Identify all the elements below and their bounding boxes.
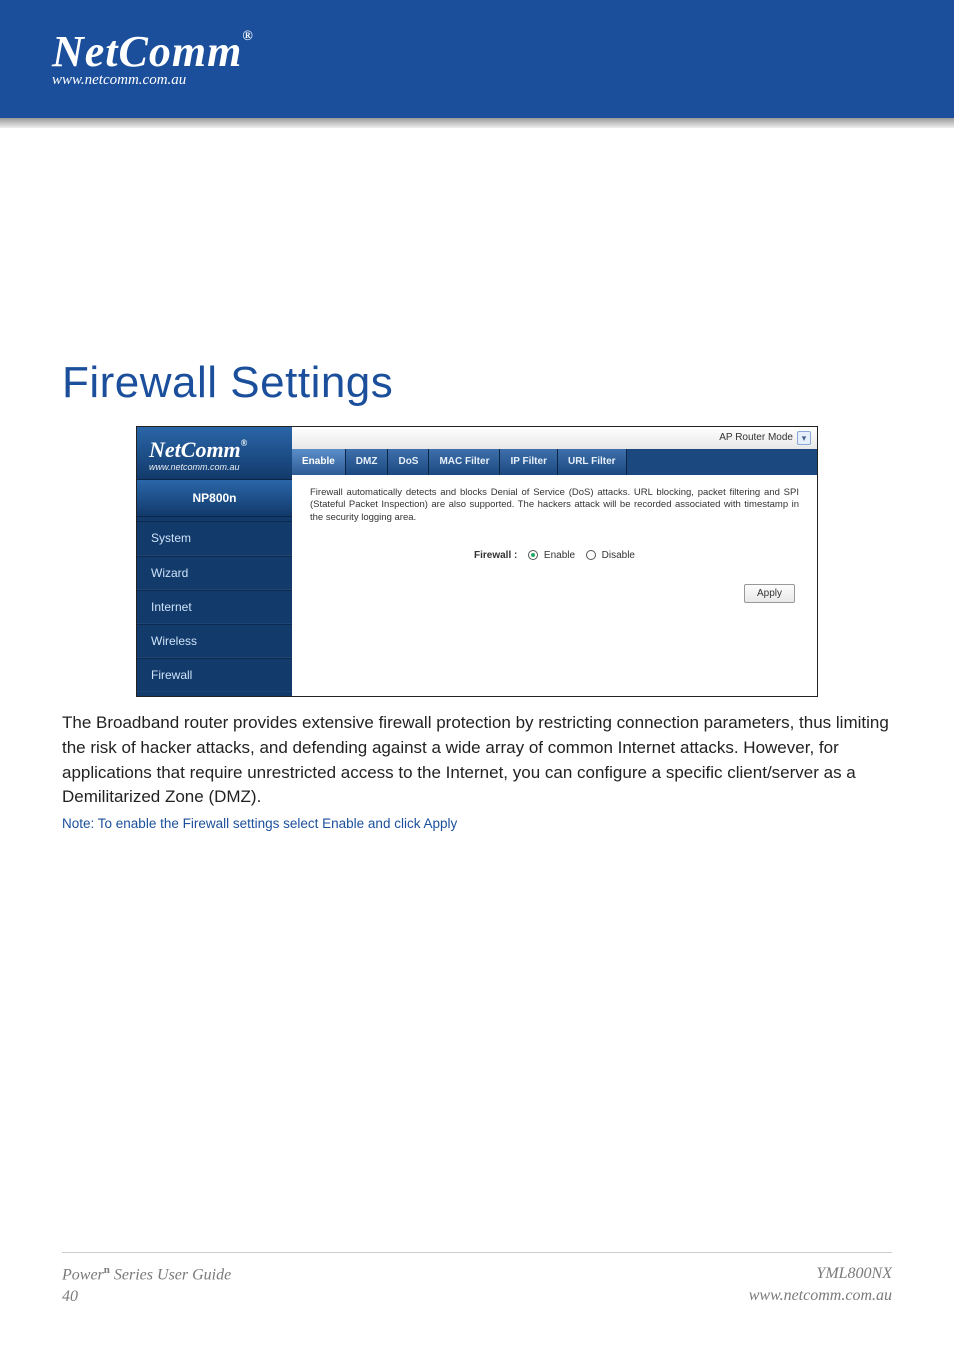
- sidebar-nav: System Wizard Internet Wireless Firewall: [137, 517, 292, 696]
- panel-body: Firewall automatically detects and block…: [292, 475, 817, 622]
- footer-doc-id: YML800NX: [749, 1263, 892, 1285]
- sidebar-logo-text: NetComm®: [149, 439, 282, 461]
- page-footer: Powern Series User Guide 40 YML800NX www…: [62, 1252, 892, 1308]
- footer-right: YML800NX www.netcomm.com.au: [749, 1263, 892, 1308]
- router-ui-figure: NetComm® www.netcomm.com.au NP800n Syste…: [62, 426, 892, 697]
- body-paragraph: The Broadband router provides extensive …: [62, 711, 892, 810]
- tab-urlfilter[interactable]: URL Filter: [558, 449, 627, 475]
- banner-divider: [0, 118, 954, 128]
- panel-description: Firewall automatically detects and block…: [310, 487, 799, 525]
- chevron-down-icon: ▾: [802, 432, 807, 444]
- note-text: Note: To enable the Firewall settings se…: [62, 816, 892, 831]
- radio-enable[interactable]: [528, 550, 538, 560]
- tab-dmz[interactable]: DMZ: [346, 449, 389, 475]
- sidebar-item-internet[interactable]: Internet: [137, 590, 292, 624]
- brand-name-text: NetComm: [52, 27, 242, 76]
- sidebar-item-wizard[interactable]: Wizard: [137, 556, 292, 590]
- tab-row: Enable DMZ DoS MAC Filter IP Filter URL …: [292, 449, 817, 475]
- tab-dos[interactable]: DoS: [388, 449, 429, 475]
- sidebar-brand: NetComm: [149, 437, 241, 462]
- router-ui: NetComm® www.netcomm.com.au NP800n Syste…: [136, 426, 818, 697]
- footer-page-number: 40: [62, 1286, 231, 1308]
- mode-row: AP Router Mode ▾: [292, 427, 817, 449]
- firewall-option-label: Firewall :: [474, 550, 517, 561]
- header-banner: NetComm® www.netcomm.com.au: [0, 0, 954, 118]
- footer-guide-prefix: Power: [62, 1267, 104, 1284]
- footer-guide-suffix: Series User Guide: [110, 1267, 231, 1284]
- mode-dropdown[interactable]: ▾: [797, 431, 811, 445]
- firewall-option-row: Firewall : Enable Disable: [310, 549, 799, 563]
- tab-ipfilter[interactable]: IP Filter: [500, 449, 558, 475]
- sidebar-item-system[interactable]: System: [137, 521, 292, 555]
- trademark-symbol: ®: [242, 29, 253, 44]
- sidebar-tm: ®: [241, 438, 248, 448]
- radio-disable[interactable]: [586, 550, 596, 560]
- footer-guide-line: Powern Series User Guide: [62, 1263, 231, 1286]
- mode-label: AP Router Mode: [719, 431, 793, 445]
- apply-button[interactable]: Apply: [744, 584, 795, 603]
- sidebar-item-firewall[interactable]: Firewall: [137, 658, 292, 692]
- sidebar-logo-url: www.netcomm.com.au: [149, 461, 282, 473]
- sidebar-logo: NetComm® www.netcomm.com.au: [137, 427, 292, 480]
- sidebar-item-wireless[interactable]: Wireless: [137, 624, 292, 658]
- page-title: Firewall Settings: [62, 358, 892, 408]
- tab-enable[interactable]: Enable: [292, 449, 346, 475]
- router-sidebar: NetComm® www.netcomm.com.au NP800n Syste…: [137, 427, 292, 696]
- router-main-panel: AP Router Mode ▾ Enable DMZ DoS MAC Filt…: [292, 427, 817, 696]
- tab-macfilter[interactable]: MAC Filter: [429, 449, 500, 475]
- radio-enable-label: Enable: [544, 550, 575, 561]
- radio-disable-label: Disable: [602, 550, 635, 561]
- brand-logo: NetComm® www.netcomm.com.au: [52, 30, 254, 89]
- sidebar-model: NP800n: [137, 480, 292, 517]
- apply-row: Apply: [310, 584, 799, 603]
- footer-left: Powern Series User Guide 40: [62, 1263, 231, 1308]
- footer-url: www.netcomm.com.au: [749, 1285, 892, 1307]
- brand-name: NetComm®: [52, 30, 254, 74]
